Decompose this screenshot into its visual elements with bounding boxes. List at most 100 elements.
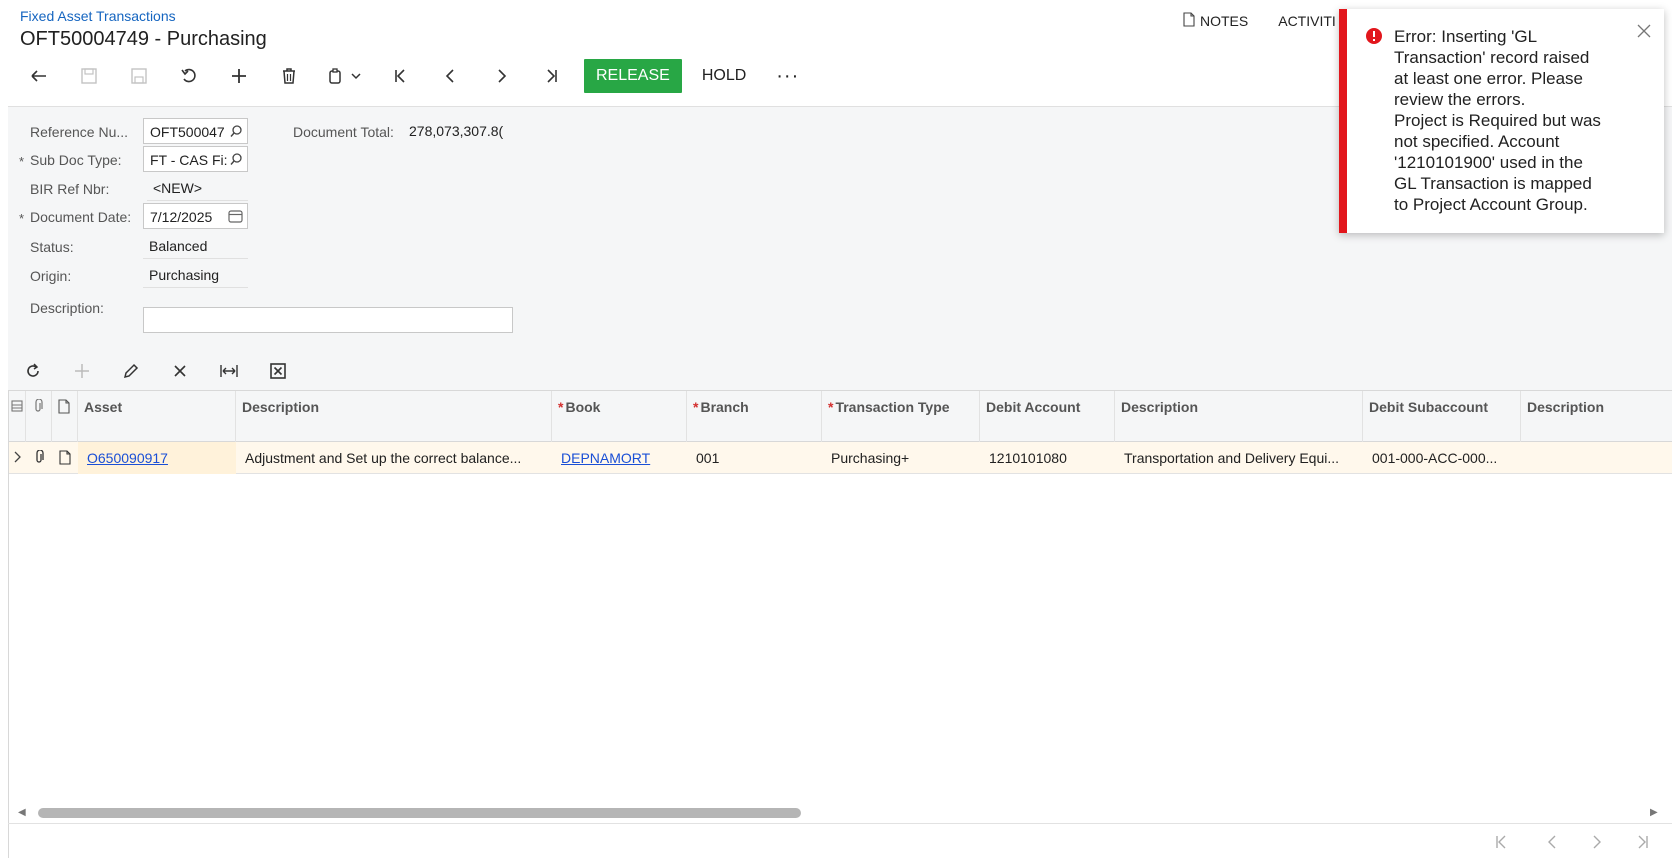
scroll-right-arrow[interactable]: ▶ <box>1650 807 1658 818</box>
hold-button[interactable]: HOLD <box>682 59 766 93</box>
last-record-button[interactable] <box>526 60 576 92</box>
column-branch[interactable]: * Branch <box>687 391 822 442</box>
column-book[interactable]: * Book <box>552 391 687 442</box>
branch-cell[interactable]: 001 <box>687 442 822 474</box>
description-cell[interactable]: Adjustment and Set up the correct balanc… <box>236 442 552 474</box>
activities-link[interactable]: ACTIVITI <box>1278 12 1336 30</box>
release-button[interactable]: RELEASE <box>584 59 682 93</box>
previous-record-button[interactable] <box>426 60 476 92</box>
add-button[interactable] <box>214 60 264 92</box>
breadcrumb[interactable]: Fixed Asset Transactions <box>20 8 176 24</box>
refresh-button[interactable] <box>8 356 57 386</box>
grid-header: Asset Description * Book * Branch * Transac… <box>9 391 1672 442</box>
column-asset[interactable]: Asset <box>78 391 236 442</box>
delete-row-button[interactable] <box>155 356 204 386</box>
column-book-label: Book <box>565 399 601 415</box>
asset-link[interactable]: O650090917 <box>78 442 236 474</box>
origin-value: Purchasing <box>143 262 248 288</box>
next-record-button[interactable] <box>476 60 526 92</box>
error-line: Error: Inserting 'GL <box>1394 27 1538 46</box>
table-row[interactable]: O650090917 Adjustment and Set up the cor… <box>9 442 1672 474</box>
transactions-grid: Asset Description * Book * Branch * Transac… <box>8 390 1672 858</box>
fit-columns-button[interactable] <box>204 356 253 386</box>
document-icon <box>1183 12 1195 30</box>
document-date-field[interactable]: 7/12/2025 <box>143 203 248 229</box>
status-value: Balanced <box>143 233 248 259</box>
document-icon <box>59 450 71 465</box>
document-icon <box>58 399 70 414</box>
row-files[interactable] <box>26 442 52 474</box>
first-icon <box>395 69 405 83</box>
required-marker: * <box>693 399 699 415</box>
scroll-left-arrow[interactable]: ◀ <box>18 807 26 818</box>
row-selector-header[interactable] <box>9 391 26 442</box>
add-row-button[interactable] <box>57 356 106 386</box>
pager-previous-button[interactable] <box>1542 833 1562 851</box>
column-debit-subaccount-description[interactable]: Description <box>1521 391 1672 442</box>
search-icon[interactable] <box>229 152 243 166</box>
settings-icon <box>11 400 23 412</box>
sub-doc-type-field[interactable]: FT - CAS Fi: <box>143 146 248 172</box>
debit-subaccount-cell[interactable]: 001-000-ACC-000... <box>1363 442 1521 474</box>
page-title: OFT50004749 - Purchasing <box>20 28 267 50</box>
copy-paste-button[interactable] <box>314 60 376 92</box>
document-total-label: Document Total: <box>293 124 394 140</box>
save-button[interactable] <box>114 60 164 92</box>
error-line: '1210101900' used in the <box>1394 153 1583 172</box>
chevron-right-icon <box>1593 835 1601 849</box>
last-icon <box>547 69 557 83</box>
horizontal-scrollbar[interactable]: ◀ ▶ <box>8 805 1672 821</box>
search-icon[interactable] <box>229 124 243 138</box>
more-actions-button[interactable]: ··· <box>766 59 809 93</box>
pager-first-button[interactable] <box>1492 833 1512 851</box>
chevron-left-icon <box>445 69 454 83</box>
book-link[interactable]: DEPNAMORT <box>552 442 687 474</box>
grid-toolbar <box>8 356 302 386</box>
row-notes[interactable] <box>52 442 78 474</box>
required-marker: * <box>828 399 834 415</box>
chevron-right-icon <box>14 451 21 463</box>
row-expand[interactable] <box>9 442 26 474</box>
back-button[interactable] <box>14 60 64 92</box>
pager-next-button[interactable] <box>1587 833 1607 851</box>
error-line: to Project Account Group. <box>1394 195 1588 214</box>
save-icon <box>131 68 147 84</box>
calendar-icon[interactable] <box>228 209 243 223</box>
document-date-value: 7/12/2025 <box>150 209 213 225</box>
error-message: Error: Inserting 'GL Transaction' record… <box>1394 26 1634 215</box>
close-notification-button[interactable] <box>1636 23 1652 44</box>
export-excel-button[interactable] <box>253 356 302 386</box>
chevron-left-icon <box>1548 835 1556 849</box>
first-record-button[interactable] <box>376 60 426 92</box>
required-marker: * <box>19 154 25 169</box>
reference-number-field[interactable]: OFT500047 <box>143 118 248 144</box>
first-icon <box>1496 835 1506 849</box>
chevron-right-icon <box>498 69 507 83</box>
debit-account-cell[interactable]: 1210101080 <box>980 442 1115 474</box>
column-debit-account[interactable]: Debit Account <box>980 391 1115 442</box>
description-label: Description: <box>30 300 104 316</box>
column-debit-subaccount[interactable]: Debit Subaccount <box>1363 391 1521 442</box>
transaction-type-cell[interactable]: Purchasing+ <box>822 442 980 474</box>
last-icon <box>1638 835 1648 849</box>
column-description[interactable]: Description <box>236 391 552 442</box>
document-total-value: 278,073,307.8( <box>409 123 503 139</box>
delete-button[interactable] <box>264 60 314 92</box>
scroll-thumb[interactable] <box>38 808 801 818</box>
description-field[interactable] <box>143 307 513 333</box>
close-icon <box>173 365 186 377</box>
origin-label: Origin: <box>30 268 72 284</box>
notes-header <box>52 391 78 442</box>
debit-account-description-cell: Transportation and Delivery Equi... <box>1124 450 1340 466</box>
column-transaction-type[interactable]: * Transaction Type <box>822 391 980 442</box>
save-close-button[interactable] <box>64 60 114 92</box>
edit-row-button[interactable] <box>106 356 155 386</box>
sub-doc-type-label: Sub Doc Type: <box>30 152 122 168</box>
notes-link[interactable]: NOTES <box>1183 12 1248 30</box>
chevron-down-icon <box>351 73 361 80</box>
pencil-icon <box>123 363 138 379</box>
save-close-icon <box>81 68 97 84</box>
pager-last-button[interactable] <box>1632 833 1652 851</box>
cancel-button[interactable] <box>164 60 214 92</box>
column-debit-account-description[interactable]: Description <box>1115 391 1363 442</box>
